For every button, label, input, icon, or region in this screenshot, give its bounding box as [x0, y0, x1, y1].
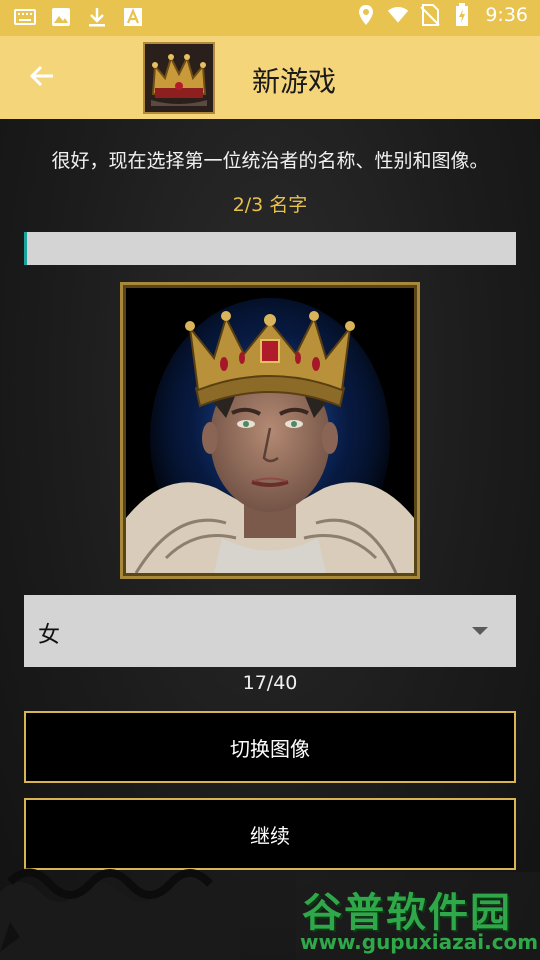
- app-bar: 新游戏: [0, 36, 540, 119]
- keyboard-icon: [14, 6, 36, 28]
- wifi-icon: [387, 4, 409, 26]
- watermark-url: www.gupuxiazai.com: [300, 930, 539, 954]
- battery-charging-icon: [451, 3, 473, 26]
- king-portrait-image: [126, 288, 414, 573]
- gender-selected-value: 女: [38, 623, 61, 648]
- back-button[interactable]: [22, 58, 62, 98]
- location-icon: [355, 4, 377, 26]
- app-logo: [143, 42, 215, 114]
- no-sim-icon: [419, 4, 441, 26]
- dropdown-arrow-icon: [472, 627, 488, 635]
- crown-icon: [145, 44, 213, 112]
- step-indicator: 2/3 名字: [232, 194, 308, 216]
- text-a-icon: [122, 6, 144, 28]
- switch-image-button[interactable]: 切换图像: [24, 711, 516, 783]
- page-title: 新游戏: [252, 65, 337, 98]
- gender-dropdown[interactable]: 女: [24, 595, 516, 667]
- ruler-name-input[interactable]: [24, 232, 516, 265]
- status-time: 9:36: [485, 4, 528, 26]
- continue-button[interactable]: 继续: [24, 798, 516, 870]
- instruction-text: 很好，现在选择第一位统治者的名称、性别和图像。: [51, 150, 489, 172]
- watermark-overlay: 谷普软件园 www.gupuxiazai.com: [296, 872, 540, 960]
- download-icon: [86, 6, 108, 28]
- image-icon: [50, 6, 72, 28]
- status-bar: 9:36: [0, 0, 540, 36]
- banner-decoration: [0, 868, 240, 960]
- arrow-left-icon: [29, 64, 55, 92]
- name-length-counter: 17/40: [242, 672, 298, 694]
- ruler-portrait: [120, 282, 420, 579]
